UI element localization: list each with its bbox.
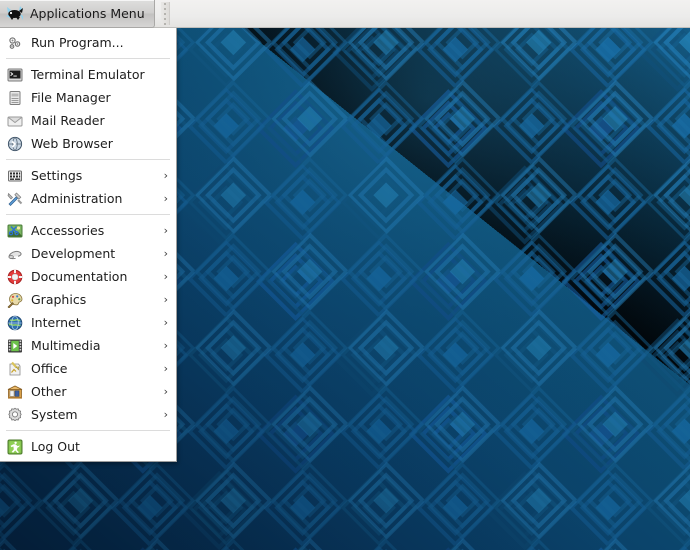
- menu-item-label: Web Browser: [31, 136, 170, 151]
- submenu-arrow-icon: ›: [164, 409, 170, 420]
- settings-icon: [7, 168, 23, 184]
- menu-item-mail-reader[interactable]: Mail Reader: [0, 109, 176, 132]
- submenu-arrow-icon: ›: [164, 317, 170, 328]
- xfce-mouse-logo-icon: [5, 5, 25, 23]
- menu-item-documentation[interactable]: Documentation ›: [0, 265, 176, 288]
- menu-item-graphics[interactable]: Graphics ›: [0, 288, 176, 311]
- menu-item-label: Development: [31, 246, 164, 261]
- menu-item-log-out[interactable]: Log Out: [0, 435, 176, 458]
- applications-menu-label: Applications Menu: [30, 6, 145, 21]
- menu-item-run-program[interactable]: Run Program...: [0, 31, 176, 54]
- menu-item-label: File Manager: [31, 90, 170, 105]
- submenu-arrow-icon: ›: [164, 170, 170, 181]
- submenu-arrow-icon: ›: [164, 271, 170, 282]
- system-icon: [7, 407, 23, 423]
- applications-menu-popup: Run Program... Terminal Emulator File Ma…: [0, 28, 177, 462]
- menu-separator: [6, 159, 170, 160]
- submenu-arrow-icon: ›: [164, 225, 170, 236]
- desktop-screen: Applications Menu Run Program...: [0, 0, 690, 550]
- submenu-arrow-icon: ›: [164, 294, 170, 305]
- internet-icon: [7, 315, 23, 331]
- menu-separator: [6, 430, 170, 431]
- menu-item-label: Run Program...: [31, 35, 170, 50]
- applications-menu-button[interactable]: Applications Menu: [0, 0, 155, 28]
- menu-item-label: Log Out: [31, 439, 170, 454]
- terminal-icon: [7, 67, 23, 83]
- menu-item-label: Office: [31, 361, 164, 376]
- other-icon: [7, 384, 23, 400]
- menu-item-label: Mail Reader: [31, 113, 170, 128]
- menu-item-office[interactable]: Office ›: [0, 357, 176, 380]
- menu-item-label: Internet: [31, 315, 164, 330]
- submenu-arrow-icon: ›: [164, 340, 170, 351]
- menu-item-system[interactable]: System ›: [0, 403, 176, 426]
- administration-icon: [7, 191, 23, 207]
- submenu-arrow-icon: ›: [164, 193, 170, 204]
- web-browser-icon: [7, 136, 23, 152]
- menu-item-label: Other: [31, 384, 164, 399]
- menu-item-development[interactable]: Development ›: [0, 242, 176, 265]
- submenu-arrow-icon: ›: [164, 363, 170, 374]
- log-out-icon: [7, 439, 23, 455]
- menu-item-internet[interactable]: Internet ›: [0, 311, 176, 334]
- menu-item-label: Multimedia: [31, 338, 164, 353]
- menu-item-administration[interactable]: Administration ›: [0, 187, 176, 210]
- menu-item-label: Documentation: [31, 269, 164, 284]
- multimedia-icon: [7, 338, 23, 354]
- run-program-icon: [7, 35, 23, 51]
- menu-item-label: Accessories: [31, 223, 164, 238]
- menu-separator: [6, 214, 170, 215]
- menu-item-settings[interactable]: Settings ›: [0, 164, 176, 187]
- documentation-icon: [7, 269, 23, 285]
- menu-item-accessories[interactable]: Accessories ›: [0, 219, 176, 242]
- menu-item-multimedia[interactable]: Multimedia ›: [0, 334, 176, 357]
- menu-item-label: Graphics: [31, 292, 164, 307]
- menu-item-label: Administration: [31, 191, 164, 206]
- menu-item-label: Settings: [31, 168, 164, 183]
- menu-item-file-manager[interactable]: File Manager: [0, 86, 176, 109]
- menu-item-other[interactable]: Other ›: [0, 380, 176, 403]
- submenu-arrow-icon: ›: [164, 248, 170, 259]
- panel-drag-handle-icon[interactable]: [161, 2, 170, 25]
- graphics-icon: [7, 292, 23, 308]
- office-icon: [7, 361, 23, 377]
- accessories-icon: [7, 223, 23, 239]
- menu-item-web-browser[interactable]: Web Browser: [0, 132, 176, 155]
- mail-icon: [7, 113, 23, 129]
- file-manager-icon: [7, 90, 23, 106]
- menu-item-label: Terminal Emulator: [31, 67, 170, 82]
- submenu-arrow-icon: ›: [164, 386, 170, 397]
- menu-separator: [6, 58, 170, 59]
- menu-item-label: System: [31, 407, 164, 422]
- menu-item-terminal-emulator[interactable]: Terminal Emulator: [0, 63, 176, 86]
- development-icon: [7, 246, 23, 262]
